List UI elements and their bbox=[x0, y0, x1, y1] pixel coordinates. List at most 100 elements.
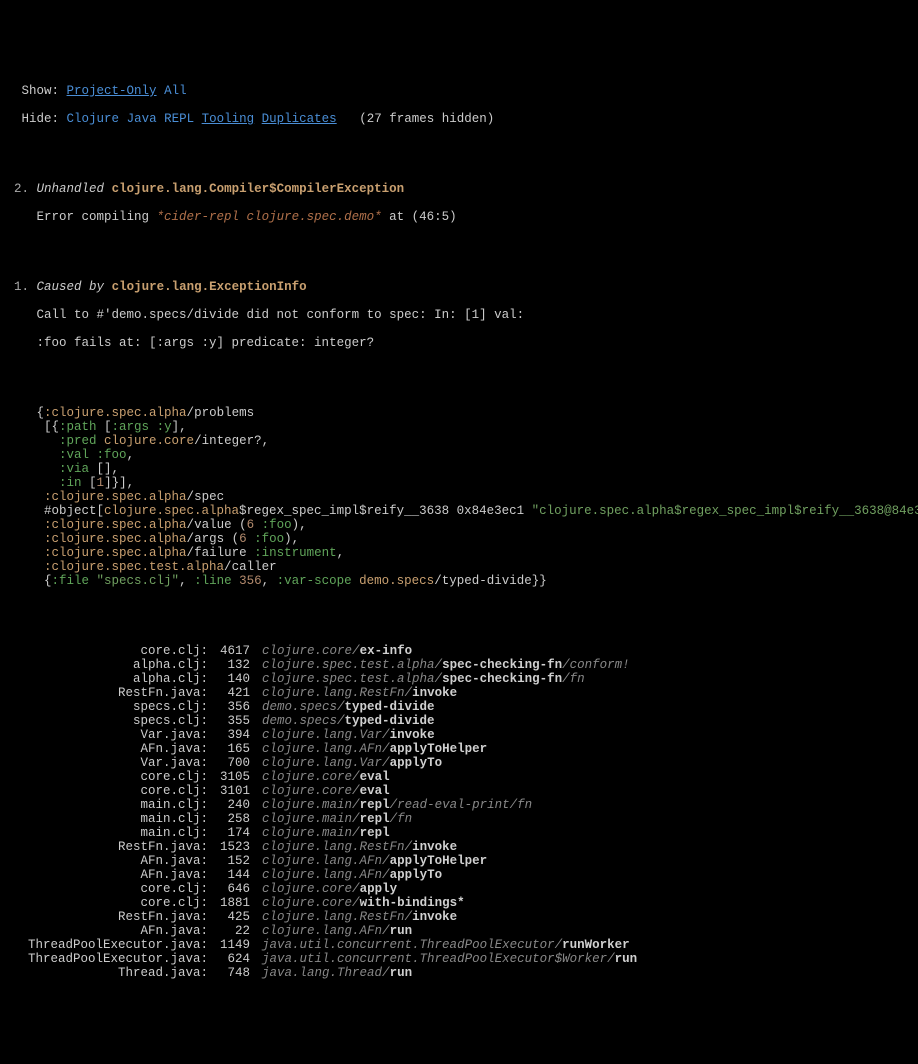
stacktrace-frame[interactable]: AFn.java:152clojure.lang.AFn/applyToHelp… bbox=[28, 854, 637, 868]
frame-line: 356 bbox=[208, 700, 262, 714]
frame-fn: clojure.spec.test.alpha/spec-checking-fn… bbox=[262, 658, 637, 672]
frame-line: 700 bbox=[208, 756, 262, 770]
stacktrace-frame[interactable]: specs.clj:355demo.specs/typed-divide bbox=[28, 714, 637, 728]
frame-fn: clojure.lang.Var/applyTo bbox=[262, 756, 637, 770]
frame-file: core.clj: bbox=[28, 882, 208, 896]
frame-fn: demo.specs/typed-divide bbox=[262, 700, 637, 714]
filter-hide-row: Hide: Clojure Java REPL Tooling Duplicat… bbox=[14, 112, 904, 126]
frame-line: 646 bbox=[208, 882, 262, 896]
stacktrace-frame[interactable]: alpha.clj:140clojure.spec.test.alpha/spe… bbox=[28, 672, 637, 686]
frame-line: 258 bbox=[208, 812, 262, 826]
frame-file: AFn.java: bbox=[28, 924, 208, 938]
frame-file: core.clj: bbox=[28, 770, 208, 784]
show-label: Show: bbox=[22, 84, 60, 98]
stacktrace-frame[interactable]: alpha.clj:132clojure.spec.test.alpha/spe… bbox=[28, 658, 637, 672]
filter-project-only[interactable]: Project-Only bbox=[67, 84, 157, 98]
frame-fn: demo.specs/typed-divide bbox=[262, 714, 637, 728]
stacktrace-frame[interactable]: core.clj:3101clojure.core/eval bbox=[28, 784, 637, 798]
stacktrace-frame[interactable]: RestFn.java:1523clojure.lang.RestFn/invo… bbox=[28, 840, 637, 854]
exception-1-message-l2: :foo fails at: [:args :y] predicate: int… bbox=[14, 336, 904, 350]
frame-fn: clojure.main/repl bbox=[262, 826, 637, 840]
frame-file: RestFn.java: bbox=[28, 686, 208, 700]
frame-line: 1881 bbox=[208, 896, 262, 910]
frame-file: AFn.java: bbox=[28, 868, 208, 882]
filter-java[interactable]: Java bbox=[127, 112, 157, 126]
frame-file: main.clj: bbox=[28, 812, 208, 826]
frame-fn: clojure.spec.test.alpha/spec-checking-fn… bbox=[262, 672, 637, 686]
frame-file: specs.clj: bbox=[28, 714, 208, 728]
stacktrace-frame[interactable]: Var.java:700clojure.lang.Var/applyTo bbox=[28, 756, 637, 770]
frame-file: main.clj: bbox=[28, 798, 208, 812]
frame-line: 748 bbox=[208, 966, 262, 980]
frame-line: 4617 bbox=[208, 644, 262, 658]
stacktrace-frame[interactable]: Var.java:394clojure.lang.Var/invoke bbox=[28, 728, 637, 742]
frame-line: 140 bbox=[208, 672, 262, 686]
stacktrace-frame[interactable]: ThreadPoolExecutor.java:1149java.util.co… bbox=[28, 938, 637, 952]
stacktrace-frame[interactable]: core.clj:646clojure.core/apply bbox=[28, 882, 637, 896]
filter-dups[interactable]: Duplicates bbox=[262, 112, 337, 126]
frame-fn: java.lang.Thread/run bbox=[262, 966, 637, 980]
exception-class: clojure.lang.ExceptionInfo bbox=[112, 280, 307, 294]
stacktrace-frame[interactable]: ThreadPoolExecutor.java:624java.util.con… bbox=[28, 952, 637, 966]
frame-file: ThreadPoolExecutor.java: bbox=[28, 938, 208, 952]
stacktrace-frame[interactable]: AFn.java:144clojure.lang.AFn/applyTo bbox=[28, 868, 637, 882]
ex-data: {:clojure.spec.alpha/problems [{:path [:… bbox=[14, 406, 904, 588]
frame-fn: clojure.lang.AFn/run bbox=[262, 924, 637, 938]
stacktrace-frame[interactable]: specs.clj:356demo.specs/typed-divide bbox=[28, 700, 637, 714]
frame-fn: clojure.lang.AFn/applyTo bbox=[262, 868, 637, 882]
frame-file: main.clj: bbox=[28, 826, 208, 840]
frame-line: 152 bbox=[208, 854, 262, 868]
frame-fn: clojure.lang.RestFn/invoke bbox=[262, 910, 637, 924]
filter-tooling[interactable]: Tooling bbox=[202, 112, 255, 126]
stacktrace-frame[interactable]: main.clj:240clojure.main/repl/read-eval-… bbox=[28, 798, 637, 812]
stacktrace-frame[interactable]: Thread.java:748java.lang.Thread/run bbox=[28, 966, 637, 980]
frame-file: Thread.java: bbox=[28, 966, 208, 980]
frame-fn: clojure.lang.AFn/applyToHelper bbox=[262, 854, 637, 868]
stacktrace-frame[interactable]: RestFn.java:421clojure.lang.RestFn/invok… bbox=[28, 686, 637, 700]
frame-fn: clojure.core/ex-info bbox=[262, 644, 637, 658]
frame-file: ThreadPoolExecutor.java: bbox=[28, 952, 208, 966]
frame-file: RestFn.java: bbox=[28, 840, 208, 854]
frame-line: 240 bbox=[208, 798, 262, 812]
filter-show-row: Show: Project-Only All bbox=[14, 84, 904, 98]
frame-fn: clojure.lang.RestFn/invoke bbox=[262, 686, 637, 700]
frame-fn: java.util.concurrent.ThreadPoolExecutor/… bbox=[262, 938, 637, 952]
frame-line: 421 bbox=[208, 686, 262, 700]
stacktrace-frame[interactable]: AFn.java:22clojure.lang.AFn/run bbox=[28, 924, 637, 938]
filter-clojure[interactable]: Clojure bbox=[67, 112, 120, 126]
frame-fn: clojure.lang.RestFn/invoke bbox=[262, 840, 637, 854]
exception-2-header: 2. Unhandled clojure.lang.Compiler$Compi… bbox=[14, 182, 904, 196]
frame-file: alpha.clj: bbox=[28, 672, 208, 686]
frame-fn: clojure.core/eval bbox=[262, 770, 637, 784]
frame-line: 144 bbox=[208, 868, 262, 882]
frame-fn: java.util.concurrent.ThreadPoolExecutor$… bbox=[262, 952, 637, 966]
stacktrace-frame[interactable]: AFn.java:165clojure.lang.AFn/applyToHelp… bbox=[28, 742, 637, 756]
frame-line: 1523 bbox=[208, 840, 262, 854]
stacktrace-frame[interactable]: core.clj:4617clojure.core/ex-info bbox=[28, 644, 637, 658]
stacktrace-frame[interactable]: RestFn.java:425clojure.lang.RestFn/invok… bbox=[28, 910, 637, 924]
frame-line: 394 bbox=[208, 728, 262, 742]
stacktrace-frame[interactable]: core.clj:3105clojure.core/eval bbox=[28, 770, 637, 784]
stacktrace-frame[interactable]: main.clj:258clojure.main/repl/fn bbox=[28, 812, 637, 826]
frame-fn: clojure.core/apply bbox=[262, 882, 637, 896]
frame-line: 165 bbox=[208, 742, 262, 756]
hidden-frames-count: (27 frames hidden) bbox=[359, 112, 494, 126]
exception-class: clojure.lang.Compiler$CompilerException bbox=[112, 182, 405, 196]
frame-line: 132 bbox=[208, 658, 262, 672]
frame-file: AFn.java: bbox=[28, 742, 208, 756]
filter-repl[interactable]: REPL bbox=[164, 112, 194, 126]
filter-all[interactable]: All bbox=[164, 84, 187, 98]
frame-fn: clojure.core/eval bbox=[262, 784, 637, 798]
frame-file: Var.java: bbox=[28, 728, 208, 742]
frame-line: 425 bbox=[208, 910, 262, 924]
frame-line: 355 bbox=[208, 714, 262, 728]
frame-file: RestFn.java: bbox=[28, 910, 208, 924]
exception-2-message: Error compiling *cider-repl clojure.spec… bbox=[14, 210, 904, 224]
stacktrace: core.clj:4617clojure.core/ex-infoalpha.c… bbox=[28, 644, 637, 980]
frame-line: 3105 bbox=[208, 770, 262, 784]
exception-1-header: 1. Caused by clojure.lang.ExceptionInfo bbox=[14, 280, 904, 294]
frame-fn: clojure.main/repl/fn bbox=[262, 812, 637, 826]
stacktrace-frame[interactable]: core.clj:1881clojure.core/with-bindings* bbox=[28, 896, 637, 910]
stacktrace-frame[interactable]: main.clj:174clojure.main/repl bbox=[28, 826, 637, 840]
hide-label: Hide: bbox=[22, 112, 60, 126]
